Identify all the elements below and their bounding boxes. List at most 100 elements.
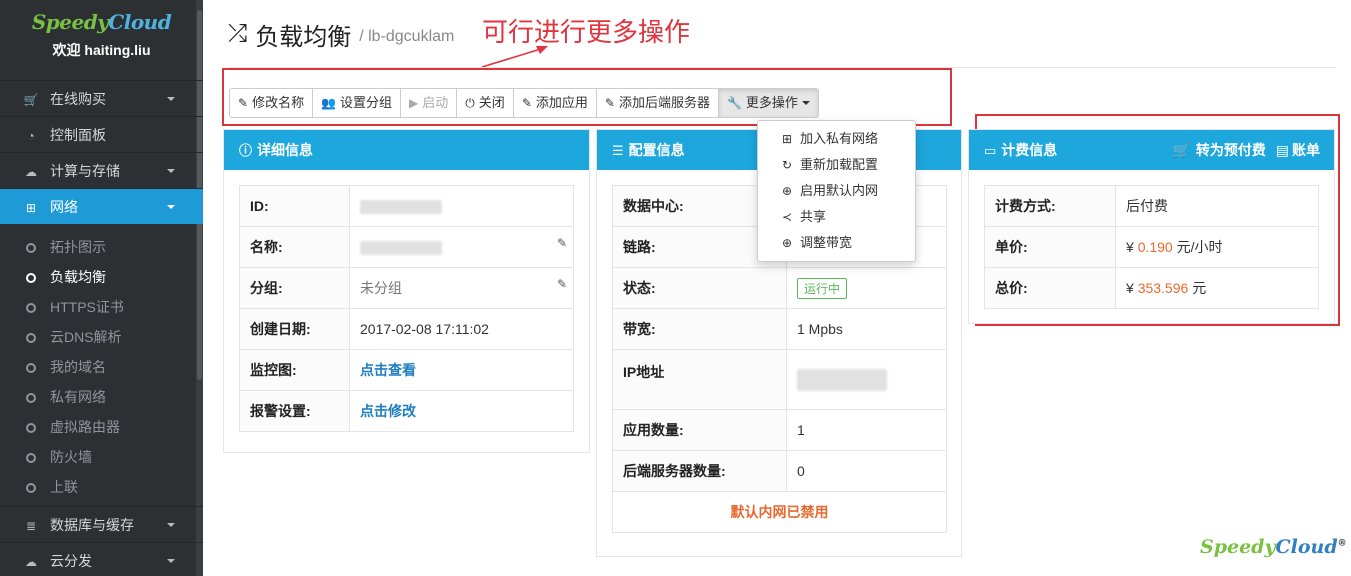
backend-count-value: 0: [786, 450, 947, 492]
footer-logo-part2: Cloud: [1275, 536, 1338, 558]
subnav-load-balancer[interactable]: 负载均衡: [0, 262, 203, 292]
edit-icon[interactable]: ✎: [557, 236, 567, 250]
nav-label: 在线购买: [50, 91, 106, 107]
caret-down-icon: [167, 97, 175, 101]
subnav-router[interactable]: 虚拟路由器: [0, 412, 203, 442]
subnav-private-network[interactable]: 私有网络: [0, 382, 203, 412]
nav-item-database[interactable]: ≣ 数据库与缓存: [0, 506, 203, 542]
bandwidth-label: 带宽:: [612, 308, 787, 350]
start-button[interactable]: ▶ 启动: [401, 88, 458, 118]
cloud-upload-icon: ☁: [25, 555, 37, 569]
total-price-cell: ¥ 353.596 元: [1115, 267, 1319, 309]
nav-item-cdn[interactable]: ☁ 云分发: [0, 542, 203, 576]
status-cell: 运行中: [786, 267, 947, 309]
to-prepaid-link[interactable]: 转为预付费: [1196, 142, 1266, 158]
set-group-button[interactable]: 👥 设置分组: [313, 88, 402, 118]
button-label: 设置分组: [340, 95, 393, 110]
id-label: ID:: [239, 185, 350, 227]
caret-down-icon: [801, 101, 810, 105]
subnav-https[interactable]: HTTPS证书: [0, 292, 203, 322]
add-backend-button[interactable]: ✎ 添加后端服务器: [596, 88, 719, 118]
monitor-label: 监控图:: [239, 349, 350, 391]
monitor-link[interactable]: 点击查看: [360, 362, 416, 378]
edit-icon: ✎: [238, 96, 249, 110]
button-label: 关闭: [478, 95, 505, 110]
edit-icon[interactable]: ✎: [557, 277, 567, 291]
table-row: 默认内网已禁用: [612, 491, 947, 533]
caret-down-icon: [167, 559, 175, 563]
add-app-button[interactable]: ✎ 添加应用: [513, 88, 597, 118]
footer-logo: SpeedyCloud®: [1200, 536, 1347, 558]
alarm-link[interactable]: 点击修改: [360, 403, 416, 419]
dashboard-icon: ◔: [27, 129, 35, 143]
nav-label: 网络: [50, 199, 78, 215]
table-row: 计费方式: 后付费: [984, 185, 1319, 227]
monitor-cell: 点击查看: [349, 349, 574, 391]
table-row: IP地址: [612, 349, 947, 410]
nav-item-dashboard[interactable]: ◔ 控制面板: [0, 116, 203, 152]
menu-item-adjust-bandwidth[interactable]: ⊕ 调整带宽: [758, 230, 915, 256]
plus-circle-icon: ⊕: [781, 184, 793, 198]
brand-logo-part1: Speedy: [31, 10, 109, 34]
share-icon: ≺: [781, 210, 793, 224]
unit-price-value: 0.190: [1137, 239, 1173, 255]
refresh-icon: ↻: [781, 158, 793, 172]
nav-item-compute[interactable]: ☁ 计算与存储: [0, 152, 203, 188]
alarm-cell: 点击修改: [349, 390, 574, 432]
group-value: 未分组: [360, 280, 402, 296]
menu-item-enable-intranet[interactable]: ⊕ 启用默认内网: [758, 178, 915, 204]
table-row: 报警设置: 点击修改: [239, 390, 574, 432]
power-icon: ⏻: [465, 96, 475, 110]
credit-card-icon: ▭: [984, 143, 997, 158]
table-row: 监控图: 点击查看: [239, 349, 574, 391]
subnav-label: 虚拟路由器: [50, 419, 120, 435]
menu-label: 启用默认内网: [800, 183, 879, 198]
bandwidth-value: 1 Mpbs: [786, 308, 947, 350]
redacted-value: [797, 368, 887, 391]
welcome-text: 欢迎 haiting.liu: [52, 42, 151, 58]
table-row: 应用数量: 1: [612, 409, 947, 451]
rename-button[interactable]: ✎ 修改名称: [229, 88, 314, 118]
more-actions-button[interactable]: 🔧 更多操作: [718, 88, 819, 118]
panel-title: 计费信息: [1001, 142, 1058, 158]
subnav-label: 负载均衡: [50, 269, 106, 285]
subnav-firewall[interactable]: 防火墙: [0, 442, 203, 472]
menu-item-join-private-network[interactable]: ⊞ 加入私有网络: [758, 126, 915, 152]
nav-item-network[interactable]: ⊞ 网络: [0, 188, 203, 224]
subnav-uplink[interactable]: 上联: [0, 472, 203, 502]
total-price-label: 总价:: [984, 267, 1116, 309]
group-value-cell: 未分组 ✎: [349, 267, 574, 309]
currency-symbol: ¥: [1126, 239, 1134, 255]
detail-panel-heading: ⓘ 详细信息: [224, 130, 589, 170]
billing-panel-heading: ▭ 计费信息 🛒 转为预付费 ▤ 账单: [969, 130, 1334, 170]
menu-label: 加入私有网络: [800, 131, 879, 146]
button-label: 修改名称: [252, 95, 305, 110]
table-row: 分组: 未分组 ✎: [239, 267, 574, 309]
circle-icon: [26, 453, 36, 463]
footer-logo-part1: Speedy: [1200, 536, 1276, 558]
edit-icon: ✎: [521, 96, 532, 110]
subnav-label: 拓扑图示: [50, 239, 106, 255]
brand-logo[interactable]: SpeedyCloud: [0, 10, 203, 34]
currency-symbol: ¥: [1126, 280, 1134, 296]
subnav-topology[interactable]: 拓扑图示: [0, 232, 203, 262]
backend-count-label: 后端服务器数量:: [612, 450, 787, 492]
bill-link[interactable]: 账单: [1292, 142, 1320, 158]
nav-item-shop[interactable]: 🛒 在线购买: [0, 80, 203, 116]
circle-icon: [26, 423, 36, 433]
subnav-dns[interactable]: 云DNS解析: [0, 322, 203, 352]
page-title: 负载均衡: [255, 23, 352, 51]
subnav-label: HTTPS证书: [50, 299, 124, 315]
table-row: 名称: ✎: [239, 226, 574, 268]
subnav-label: 我的域名: [50, 359, 106, 375]
menu-item-share[interactable]: ≺ 共享: [758, 204, 915, 230]
subnav-label: 上联: [50, 479, 78, 495]
app-count-label: 应用数量:: [612, 409, 787, 451]
subnav-label: 私有网络: [50, 389, 106, 405]
billing-table: 计费方式: 后付费 单价: ¥ 0.190 元/小时 总价: ¥ 353.596 元: [984, 185, 1319, 309]
close-button[interactable]: ⏻ 关闭: [457, 88, 514, 118]
redacted-value: [360, 200, 442, 215]
menu-item-reload-config[interactable]: ↻ 重新加载配置: [758, 152, 915, 178]
subnav-label: 防火墙: [50, 449, 92, 465]
subnav-domain[interactable]: 我的域名: [0, 352, 203, 382]
